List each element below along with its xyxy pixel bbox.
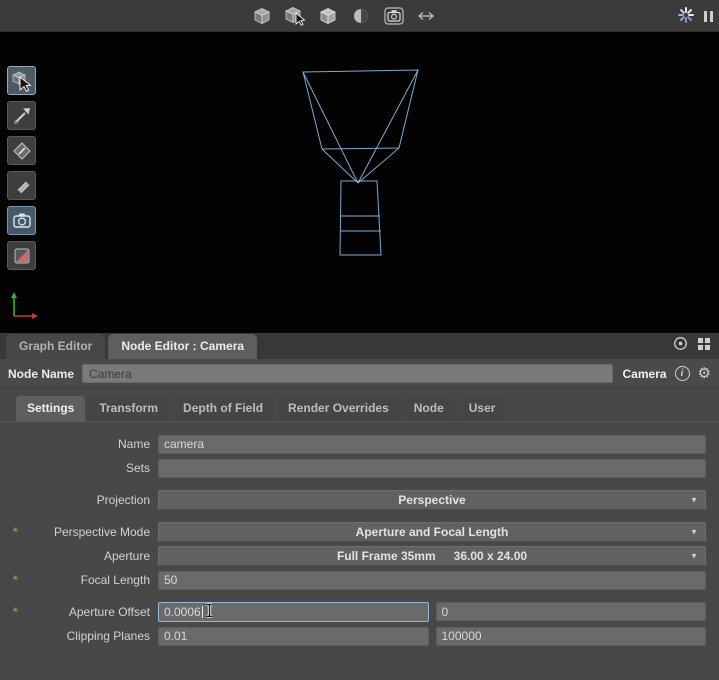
top-toolbar bbox=[0, 0, 719, 32]
sphere-shade-icon[interactable] bbox=[349, 4, 373, 28]
region-tool-button[interactable] bbox=[7, 241, 36, 270]
aperture-offset-x-input[interactable]: 0.0006 bbox=[158, 602, 429, 622]
clipping-near-input[interactable] bbox=[158, 627, 429, 646]
aperture-offset-row: * Aperture Offset 0.0006 bbox=[0, 602, 719, 622]
focal-length-label: Focal Length bbox=[24, 573, 158, 587]
panel-tabstrip: Graph Editor Node Editor : Camera bbox=[0, 333, 719, 359]
gear-icon[interactable]: ⚙ bbox=[698, 366, 711, 381]
aperture-value: Full Frame 35mm bbox=[337, 549, 436, 563]
snap-cube-icon[interactable] bbox=[283, 4, 307, 28]
perspective-mode-label: Perspective Mode bbox=[24, 525, 158, 539]
clipping-far-input[interactable] bbox=[436, 627, 707, 646]
shaded-cube-icon[interactable] bbox=[250, 4, 274, 28]
clipping-planes-label: Clipping Planes bbox=[24, 629, 158, 643]
orbit-tool-button[interactable] bbox=[7, 136, 36, 165]
layout-grid-icon[interactable] bbox=[697, 337, 711, 354]
aperture-dropdown[interactable]: Full Frame 35mm 36.00 x 24.00 ▼ bbox=[158, 546, 706, 566]
tab-node[interactable]: Node bbox=[403, 396, 455, 421]
aperture-offset-x-value: 0.0006 bbox=[164, 605, 201, 619]
projection-label: Projection bbox=[24, 493, 158, 507]
node-type-label: Camera bbox=[623, 367, 667, 381]
chevron-down-icon: ▼ bbox=[690, 528, 698, 537]
chevron-down-icon: ▼ bbox=[690, 496, 698, 505]
playblast-arrow-icon[interactable] bbox=[415, 4, 439, 28]
focal-length-row: * Focal Length bbox=[0, 570, 719, 590]
node-name-label: Node Name bbox=[8, 367, 74, 381]
axis-gizmo bbox=[4, 284, 44, 324]
aperture-offset-y-input[interactable] bbox=[436, 602, 707, 621]
keyframe-indicator: * bbox=[0, 605, 24, 619]
record-target-icon[interactable] bbox=[673, 336, 688, 354]
sets-label: Sets bbox=[24, 461, 158, 475]
keyframe-indicator: * bbox=[0, 525, 24, 539]
perspective-mode-dropdown[interactable]: Aperture and Focal Length ▼ bbox=[158, 522, 706, 542]
text-caret bbox=[202, 606, 203, 618]
projection-dropdown[interactable]: Perspective ▼ bbox=[158, 490, 706, 510]
aperture-offset-label: Aperture Offset bbox=[24, 605, 158, 619]
node-name-input[interactable] bbox=[82, 364, 612, 383]
projection-value: Perspective bbox=[398, 493, 465, 507]
tab-settings[interactable]: Settings bbox=[16, 396, 85, 421]
camera-wireframe bbox=[0, 32, 719, 333]
textured-cube-icon[interactable] bbox=[316, 4, 340, 28]
aperture-row: Aperture Full Frame 35mm 36.00 x 24.00 ▼ bbox=[0, 546, 719, 566]
tab-user[interactable]: User bbox=[458, 396, 507, 421]
node-name-row: Node Name Camera i ⚙ bbox=[0, 359, 719, 389]
tab-node-editor-camera[interactable]: Node Editor : Camera bbox=[108, 334, 257, 359]
aperture-dims: 36.00 x 24.00 bbox=[454, 549, 527, 563]
node-editor-panel: Graph Editor Node Editor : Camera bbox=[0, 333, 719, 680]
keyframe-indicator: * bbox=[0, 573, 24, 587]
info-icon[interactable]: i bbox=[675, 366, 690, 381]
tab-transform[interactable]: Transform bbox=[88, 396, 169, 421]
activity-spinner-icon bbox=[677, 6, 695, 27]
name-row: Name bbox=[0, 434, 719, 454]
tab-graph-editor[interactable]: Graph Editor bbox=[6, 334, 105, 359]
draw-tool-button[interactable] bbox=[7, 171, 36, 200]
clipping-planes-row: Clipping Planes bbox=[0, 626, 719, 646]
pause-icon[interactable] bbox=[704, 11, 713, 22]
draw-pencil-icon bbox=[11, 175, 33, 197]
select-tool-button[interactable] bbox=[7, 66, 36, 95]
settings-tabstrip: Settings Transform Depth of Field Render… bbox=[0, 396, 719, 422]
track-tool-button[interactable] bbox=[7, 101, 36, 130]
track-pencil-icon bbox=[11, 105, 33, 127]
chevron-down-icon: ▼ bbox=[690, 552, 698, 561]
application-window: Graph Editor Node Editor : Camera bbox=[0, 0, 719, 680]
region-icon bbox=[11, 245, 33, 267]
viewport[interactable] bbox=[0, 32, 719, 333]
camera-tool-button[interactable] bbox=[7, 206, 36, 235]
projection-row: Projection Perspective ▼ bbox=[0, 490, 719, 510]
top-toolbar-icons bbox=[250, 0, 439, 32]
tab-render-overrides[interactable]: Render Overrides bbox=[277, 396, 400, 421]
tab-depth-of-field[interactable]: Depth of Field bbox=[172, 396, 274, 421]
perspective-mode-row: * Perspective Mode Aperture and Focal Le… bbox=[0, 522, 719, 542]
ibeam-cursor-icon bbox=[205, 603, 214, 621]
top-toolbar-right bbox=[677, 0, 713, 32]
sets-input[interactable] bbox=[158, 459, 706, 478]
aperture-label: Aperture bbox=[24, 549, 158, 563]
camera-icon bbox=[11, 210, 33, 232]
panel-strip-icons bbox=[673, 336, 711, 354]
focal-length-input[interactable] bbox=[158, 571, 706, 590]
select-cursor-icon bbox=[11, 70, 33, 92]
name-input[interactable] bbox=[158, 435, 706, 454]
capture-camera-icon[interactable] bbox=[382, 4, 406, 28]
viewport-tool-column bbox=[7, 66, 36, 270]
settings-form: Name Sets Projection Perspective ▼ bbox=[0, 422, 719, 646]
sets-row: Sets bbox=[0, 458, 719, 478]
name-label: Name bbox=[24, 437, 158, 451]
orbit-diamond-icon bbox=[11, 140, 33, 162]
perspective-mode-value: Aperture and Focal Length bbox=[356, 525, 509, 539]
